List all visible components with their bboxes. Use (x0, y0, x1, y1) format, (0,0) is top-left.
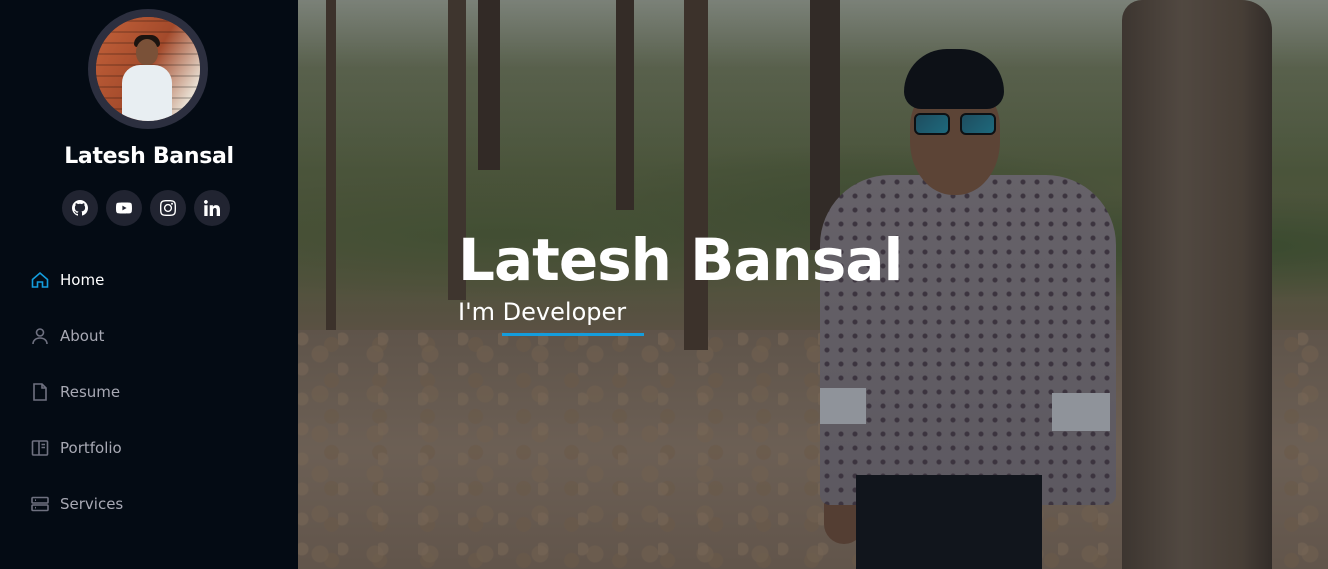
github-link[interactable] (62, 190, 98, 226)
instagram-icon (160, 200, 176, 216)
typed-underline (502, 333, 644, 336)
nav-item-portfolio[interactable]: Portfolio (0, 420, 298, 476)
nav-label-services: Services (60, 495, 124, 513)
nav-label-resume: Resume (60, 383, 121, 401)
profile-name[interactable]: Latesh Bansal (0, 144, 298, 169)
profile-photo (96, 17, 200, 121)
nav-label-portfolio: Portfolio (60, 439, 122, 457)
linkedin-icon (204, 200, 220, 216)
youtube-link[interactable] (106, 190, 142, 226)
hero-typed-text: I'm Developer (458, 298, 627, 326)
home-icon (30, 270, 50, 290)
nav-label-home: Home (60, 271, 105, 289)
nav-item-resume[interactable]: Resume (0, 364, 298, 420)
nav-label-about: About (60, 327, 105, 345)
github-icon (72, 200, 88, 216)
social-links (62, 190, 230, 226)
avatar (88, 9, 208, 129)
linkedin-link[interactable] (194, 190, 230, 226)
server-icon (30, 494, 50, 514)
book-icon (30, 438, 50, 458)
youtube-icon (116, 202, 132, 214)
person-icon (30, 326, 50, 346)
file-icon (30, 382, 50, 402)
hero-subtitle: I'm Developer (458, 298, 902, 336)
sidebar: Latesh Bansal Home About Resume Portfoli… (0, 0, 298, 569)
nav-item-about[interactable]: About (0, 308, 298, 364)
main-nav: Home About Resume Portfolio Services (0, 252, 298, 532)
hero-title: Latesh Bansal (458, 226, 903, 294)
instagram-link[interactable] (150, 190, 186, 226)
nav-item-home[interactable]: Home (0, 252, 298, 308)
hero-content: Latesh Bansal I'm Developer (458, 222, 903, 336)
nav-item-services[interactable]: Services (0, 476, 298, 532)
